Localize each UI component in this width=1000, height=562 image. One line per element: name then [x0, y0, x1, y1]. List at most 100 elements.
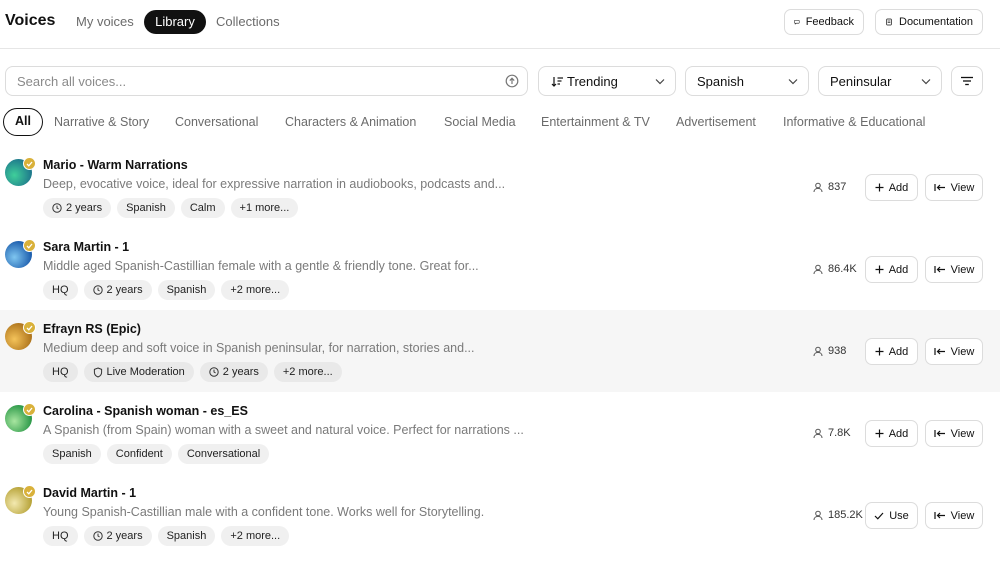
- voice-tag-label: Spanish: [166, 530, 207, 542]
- filter-button[interactable]: [951, 66, 983, 96]
- voice-name[interactable]: Sara Martin - 1: [43, 240, 129, 254]
- language-select-value: Spanish: [697, 74, 744, 89]
- voice-row[interactable]: Carolina - Spanish woman - es_ES A Spanis…: [0, 392, 1000, 474]
- view-voice-button[interactable]: View: [925, 338, 983, 365]
- category-entertainment-tv[interactable]: Entertainment & TV: [541, 115, 650, 129]
- usage-count: 7.8K: [813, 427, 851, 439]
- voice-name[interactable]: David Martin - 1: [43, 486, 136, 500]
- view-voice-button[interactable]: View: [925, 256, 983, 283]
- filter-icon: [961, 76, 973, 86]
- tab-my-voices[interactable]: My voices: [76, 10, 134, 34]
- arrow-left-into-bar-icon: [934, 430, 945, 437]
- view-voice-button[interactable]: View: [925, 502, 983, 529]
- voice-tag-label: Spanish: [166, 284, 207, 296]
- accent-select[interactable]: Peninsular: [818, 66, 942, 96]
- voice-tag: 2 years: [43, 198, 112, 218]
- arrow-left-into-bar-icon: [934, 184, 945, 191]
- more-tags-button[interactable]: +2 more...: [221, 526, 290, 546]
- voice-tags: HQ 2 years Spanish +2 more...: [43, 526, 290, 546]
- plus-icon: [875, 429, 884, 438]
- usage-count-value: 837: [828, 181, 847, 193]
- voice-name[interactable]: Carolina - Spanish woman - es_ES: [43, 404, 248, 418]
- voice-description: A Spanish (from Spain) woman with a swee…: [43, 423, 524, 437]
- add-voice-button[interactable]: Add: [865, 174, 918, 201]
- check-icon: [874, 512, 884, 520]
- feedback-button[interactable]: Feedback: [784, 9, 864, 35]
- documentation-label: Documentation: [899, 16, 973, 28]
- voice-tag: HQ: [43, 280, 78, 300]
- view-label: View: [950, 181, 975, 194]
- chevron-down-icon: [788, 79, 798, 85]
- category-informative-educational[interactable]: Informative & Educational: [783, 115, 925, 129]
- sort-select-value: Trending: [567, 74, 618, 89]
- voice-tags: Spanish Confident Conversational: [43, 444, 270, 464]
- clock-icon: [52, 203, 62, 213]
- primary-action-label: Add: [888, 263, 909, 276]
- chat-bubble-icon: [794, 20, 800, 25]
- voice-tag-label: 2 years: [222, 366, 259, 378]
- voice-tag: Spanish: [157, 526, 216, 546]
- voice-name[interactable]: Efrayn RS (Epic): [43, 322, 141, 336]
- voice-row[interactable]: Sara Martin - 1 Middle aged Spanish-Casti…: [0, 228, 1000, 310]
- page-title: Voices: [5, 12, 56, 29]
- sort-select[interactable]: Trending: [538, 66, 676, 96]
- voice-tag: 2 years: [199, 362, 268, 382]
- add-voice-button[interactable]: Add: [865, 420, 918, 447]
- voice-tag: Spanish: [157, 280, 216, 300]
- voice-name[interactable]: Mario - Warm Narrations: [43, 158, 188, 172]
- view-voice-button[interactable]: View: [925, 174, 983, 201]
- voice-tag-label: HQ: [52, 530, 69, 542]
- voice-description: Medium deep and soft voice in Spanish pe…: [43, 341, 475, 355]
- user-icon: [813, 510, 823, 520]
- clock-icon: [209, 367, 219, 377]
- search-input[interactable]: Search all voices...: [5, 66, 528, 96]
- voice-description: Young Spanish-Castillian male with a con…: [43, 505, 485, 519]
- primary-action-label: Add: [888, 427, 909, 440]
- voice-tag: Conversational: [177, 444, 270, 464]
- voice-tag: HQ: [43, 526, 78, 546]
- usage-count: 938: [813, 345, 846, 357]
- voice-tag: Spanish: [117, 198, 175, 218]
- view-voice-button[interactable]: View: [925, 420, 983, 447]
- category-all[interactable]: All: [3, 108, 43, 136]
- user-icon: [813, 264, 823, 274]
- more-tags-button[interactable]: +2 more...: [273, 362, 342, 382]
- voice-row[interactable]: David Martin - 1 Young Spanish-Castillian…: [0, 474, 1000, 556]
- voice-tag: HQ: [43, 362, 78, 382]
- category-characters-animation[interactable]: Characters & Animation: [285, 115, 416, 129]
- tab-library[interactable]: Library: [144, 10, 206, 34]
- more-tags-button[interactable]: +2 more...: [221, 280, 290, 300]
- usage-count: 185.2K: [813, 509, 863, 521]
- voice-tag-label: Confident: [115, 448, 163, 460]
- search-submit-icon[interactable]: [505, 74, 519, 88]
- tab-collections[interactable]: Collections: [216, 10, 280, 34]
- arrow-left-into-bar-icon: [934, 512, 945, 519]
- add-voice-button[interactable]: Add: [865, 338, 918, 365]
- plus-icon: [875, 183, 884, 192]
- use-voice-button[interactable]: Use: [865, 502, 918, 529]
- voice-tag: Calm: [180, 198, 225, 218]
- user-icon: [813, 346, 823, 356]
- voice-row[interactable]: Mario - Warm Narrations Deep, evocative v…: [0, 146, 1000, 228]
- voice-tag-label: Spanish: [126, 202, 166, 214]
- language-select[interactable]: Spanish: [685, 66, 809, 96]
- voice-row[interactable]: Efrayn RS (Epic) Medium deep and soft voi…: [0, 310, 1000, 392]
- category-social-media[interactable]: Social Media: [444, 115, 516, 129]
- view-label: View: [950, 345, 975, 358]
- category-narrative-story[interactable]: Narrative & Story: [54, 115, 149, 129]
- voice-tag-label: Spanish: [52, 448, 92, 460]
- view-label: View: [950, 427, 975, 440]
- usage-count-value: 185.2K: [828, 509, 863, 521]
- voice-description: Deep, evocative voice, ideal for express…: [43, 177, 506, 191]
- usage-count-value: 938: [828, 345, 847, 357]
- voice-tag: 2 years: [83, 526, 152, 546]
- add-voice-button[interactable]: Add: [865, 256, 918, 283]
- primary-action-label: Use: [889, 509, 909, 522]
- category-advertisement[interactable]: Advertisement: [676, 115, 756, 129]
- more-tags-button[interactable]: +1 more...: [230, 198, 299, 218]
- category-conversational[interactable]: Conversational: [175, 115, 258, 129]
- voice-tag-label: Conversational: [186, 448, 261, 460]
- user-icon: [813, 182, 823, 192]
- verified-badge-icon: [23, 485, 36, 498]
- documentation-button[interactable]: Documentation: [875, 9, 983, 35]
